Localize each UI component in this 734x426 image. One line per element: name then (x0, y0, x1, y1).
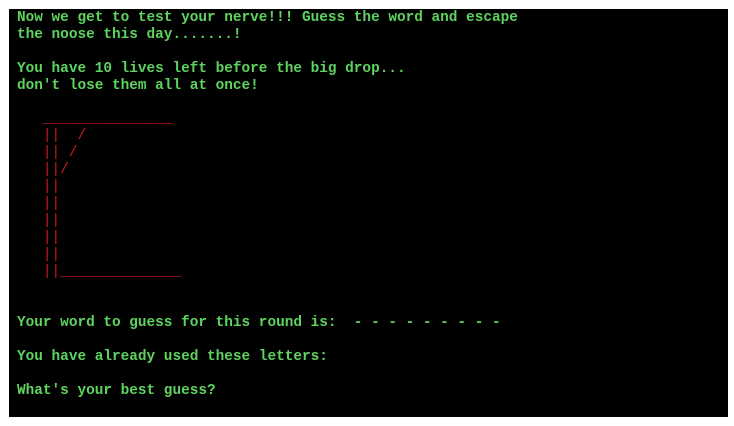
gallows-ascii-art: _______________ || / || / ||/ || || || |… (42, 111, 182, 280)
scrollbar[interactable] (728, 9, 734, 417)
intro-text-line-1: Now we get to test your nerve!!! Guess t… (17, 10, 518, 26)
word-to-guess-line: Your word to guess for this round is: - … (17, 315, 501, 331)
intro-text-line-2: the noose this day.......! (17, 27, 242, 43)
lives-text-line-2: don't lose them all at once! (17, 78, 259, 94)
guess-prompt-line[interactable]: What's your best guess? (17, 383, 216, 400)
lives-text-line-1: You have 10 lives left before the big dr… (17, 61, 406, 77)
used-letters-line: You have already used these letters: (17, 349, 328, 365)
terminal-window[interactable]: Now we get to test your nerve!!! Guess t… (9, 9, 728, 417)
